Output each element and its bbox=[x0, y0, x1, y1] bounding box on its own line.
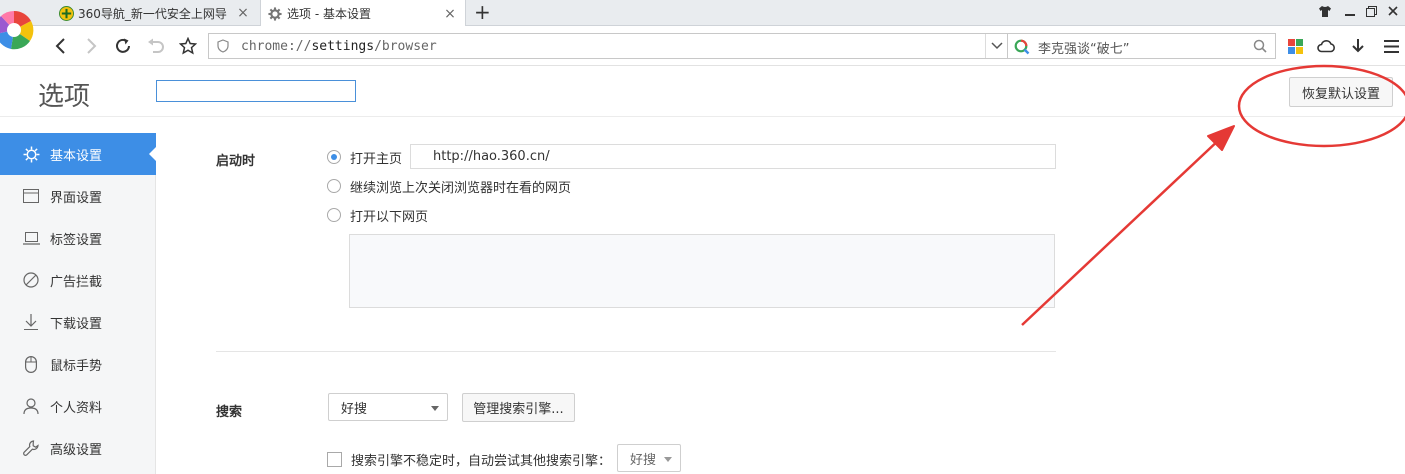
wrench-icon bbox=[22, 439, 40, 457]
address-bar[interactable]: chrome://settings/browser bbox=[208, 33, 1008, 59]
startup-pages-list[interactable] bbox=[349, 234, 1055, 308]
fallback-checkbox[interactable] bbox=[327, 451, 342, 467]
select-value: 好搜 bbox=[630, 452, 657, 468]
tab-close-icon[interactable]: × bbox=[443, 6, 457, 22]
sidebar-item-label: 广告拦截 bbox=[50, 274, 103, 290]
restore-defaults-button[interactable]: 恢复默认设置 bbox=[1289, 77, 1393, 107]
bookmark-star-icon[interactable] bbox=[177, 35, 199, 57]
sidebar-item-download[interactable]: 下载设置 bbox=[0, 301, 156, 343]
sidebar-item-label: 高级设置 bbox=[50, 442, 103, 458]
mouse-icon bbox=[22, 355, 40, 373]
tab-close-icon[interactable]: × bbox=[236, 5, 250, 21]
radio-open-pages[interactable]: 打开以下网页 bbox=[327, 206, 429, 225]
radio-label: 打开以下网页 bbox=[350, 209, 429, 225]
cloud-icon[interactable] bbox=[1316, 36, 1336, 56]
search-bar[interactable]: 李克强谈“破七” bbox=[1008, 33, 1276, 59]
browser-toolbar: chrome://settings/browser 李克强谈“破七” bbox=[0, 26, 1405, 66]
browser-logo-icon[interactable] bbox=[0, 0, 36, 58]
chevron-down-icon[interactable] bbox=[985, 34, 1007, 58]
settings-sidebar: 基本设置 界面设置 标签设置 广告拦截 下载设置 鼠标手势 个人资料 高级设置 bbox=[0, 133, 157, 474]
search-icon[interactable] bbox=[1253, 39, 1267, 57]
gear-icon bbox=[22, 145, 40, 163]
tab-title: 360导航_新一代安全上网导 bbox=[78, 6, 227, 21]
section-divider bbox=[216, 351, 1056, 352]
sidebar-item-label: 界面设置 bbox=[50, 190, 103, 206]
sidebar-item-tabs[interactable]: 标签设置 bbox=[0, 217, 156, 259]
apps-grid-icon[interactable] bbox=[1285, 36, 1305, 56]
fallback-engine-select[interactable]: 好搜 bbox=[617, 444, 681, 472]
shield-icon bbox=[217, 39, 229, 57]
sidebar-item-interface[interactable]: 界面设置 bbox=[0, 175, 156, 217]
select-value: 好搜 bbox=[341, 401, 368, 417]
sidebar-item-label: 下载设置 bbox=[50, 316, 103, 332]
radio-label: 继续浏览上次关闭浏览器时在看的网页 bbox=[350, 180, 572, 196]
laptop-icon bbox=[22, 229, 40, 247]
sidebar-item-label: 标签设置 bbox=[50, 232, 103, 248]
startup-label: 启动时 bbox=[216, 154, 256, 169]
window-icon bbox=[22, 187, 40, 205]
search-engine-select[interactable]: 好搜 bbox=[328, 393, 448, 421]
tab-title: 选项 - 基本设置 bbox=[287, 7, 371, 21]
radio-continue-session[interactable]: 继续浏览上次关闭浏览器时在看的网页 bbox=[327, 177, 572, 196]
sidebar-item-label: 鼠标手势 bbox=[50, 358, 103, 374]
menu-icon[interactable] bbox=[1381, 36, 1401, 56]
address-text: chrome://settings/browser bbox=[241, 39, 437, 54]
user-icon bbox=[22, 397, 40, 415]
sidebar-item-label: 个人资料 bbox=[50, 400, 103, 416]
annotation-arrowhead bbox=[1207, 125, 1235, 151]
maximize-icon[interactable] bbox=[1364, 4, 1378, 18]
gear-favicon-icon bbox=[267, 6, 283, 22]
radio-open-homepage[interactable]: 打开主页 bbox=[327, 148, 403, 167]
360-favicon-icon bbox=[58, 5, 74, 21]
sidebar-item-adblock[interactable]: 广告拦截 bbox=[0, 259, 156, 301]
skin-shirt-icon[interactable] bbox=[1318, 4, 1332, 18]
radio-button[interactable] bbox=[327, 208, 341, 222]
undo-icon[interactable] bbox=[145, 35, 167, 57]
caret-down-icon bbox=[664, 457, 672, 462]
sidebar-item-profile[interactable]: 个人资料 bbox=[0, 385, 156, 427]
back-icon[interactable] bbox=[50, 35, 72, 57]
download-arrow-icon[interactable] bbox=[1348, 36, 1368, 56]
tab-bar: 360导航_新一代安全上网导 × 选项 - 基本设置 × + bbox=[0, 0, 1405, 27]
homepage-url-input[interactable]: http://hao.360.cn/ bbox=[410, 144, 1056, 169]
new-tab-plus-icon[interactable]: + bbox=[474, 2, 491, 22]
search-label: 搜索 bbox=[216, 405, 243, 420]
radio-label: 打开主页 bbox=[350, 151, 403, 167]
radio-button[interactable] bbox=[327, 179, 341, 193]
download-icon bbox=[22, 313, 40, 331]
search-text: 李克强谈“破七” bbox=[1038, 42, 1130, 57]
settings-search-input[interactable] bbox=[156, 80, 356, 102]
sidebar-item-mouse-gestures[interactable]: 鼠标手势 bbox=[0, 343, 156, 385]
block-icon bbox=[22, 271, 40, 289]
search-engine-icon bbox=[1014, 39, 1030, 59]
tab-360-nav[interactable]: 360导航_新一代安全上网导 × bbox=[52, 0, 258, 26]
close-window-icon[interactable] bbox=[1386, 4, 1400, 18]
fallback-engine-option[interactable]: 搜索引擎不稳定时，自动尝试其他搜索引擎： bbox=[327, 450, 612, 469]
minimize-icon[interactable] bbox=[1343, 4, 1357, 18]
refresh-icon[interactable] bbox=[112, 35, 134, 57]
manage-search-engines-button[interactable]: 管理搜索引擎... bbox=[462, 393, 575, 422]
page-title: 选项 bbox=[38, 82, 91, 112]
sidebar-item-advanced[interactable]: 高级设置 bbox=[0, 427, 156, 469]
tab-settings[interactable]: 选项 - 基本设置 × bbox=[260, 0, 466, 27]
forward-icon[interactable] bbox=[80, 35, 102, 57]
sidebar-item-basic[interactable]: 基本设置 bbox=[0, 133, 157, 175]
checkbox-label: 搜索引擎不稳定时，自动尝试其他搜索引擎： bbox=[351, 453, 612, 469]
radio-button[interactable] bbox=[327, 150, 341, 164]
caret-down-icon bbox=[431, 406, 439, 411]
sidebar-item-label: 基本设置 bbox=[50, 148, 103, 164]
header-divider bbox=[0, 116, 1405, 117]
